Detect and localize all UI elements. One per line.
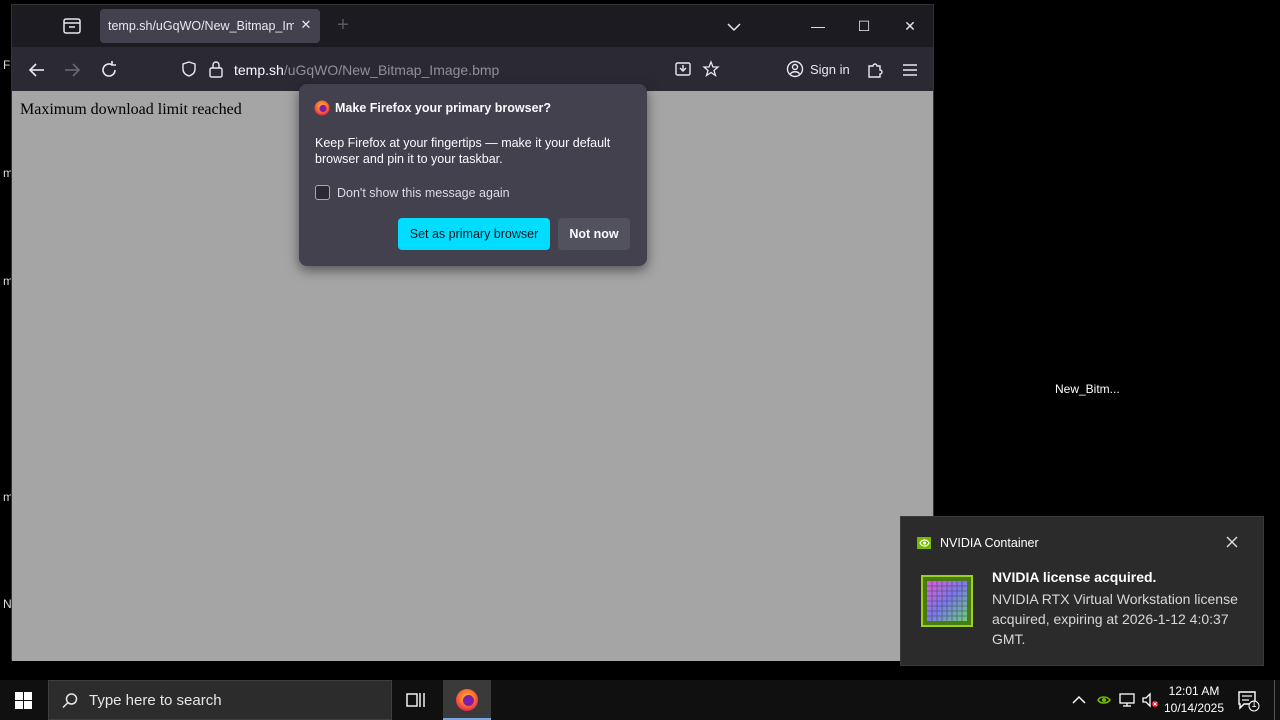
url-host: temp.sh: [234, 62, 284, 78]
desktop-icon-label[interactable]: New_Bitm...: [1055, 382, 1120, 396]
firefox-logo-icon: [314, 100, 330, 116]
window-close-button[interactable]: ✕: [899, 15, 921, 37]
list-all-tabs-button[interactable]: [724, 17, 744, 37]
nvidia-tray-icon[interactable]: [1095, 691, 1113, 709]
url-text[interactable]: temp.sh/uGqWO/New_Bitmap_Image.bmp: [234, 62, 499, 78]
firefox-logo-icon: [456, 689, 478, 711]
dont-show-again-label[interactable]: Don't show this message again: [337, 186, 510, 200]
set-primary-browser-button[interactable]: Set as primary browser: [398, 218, 550, 250]
search-placeholder: Type here to search: [89, 692, 222, 709]
task-view-button[interactable]: [398, 680, 434, 720]
not-now-button[interactable]: Not now: [558, 218, 630, 250]
start-button[interactable]: [0, 680, 48, 720]
sign-in-button[interactable]: Sign in: [780, 54, 854, 84]
puzzle-icon: [868, 63, 883, 78]
forward-button[interactable]: [61, 59, 83, 81]
nvidia-notification[interactable]: NVIDIA Container NVIDIA license acquired…: [900, 516, 1264, 666]
taskbar-search-box[interactable]: Type here to search: [48, 680, 392, 720]
tab-active[interactable]: temp.sh/uGqWO/New_Bitmap_Image.bmp ✕: [100, 9, 320, 43]
reload-button[interactable]: [98, 59, 120, 81]
gpu-chip-icon: [921, 575, 973, 627]
search-icon: [62, 693, 78, 709]
page-message: Maximum download limit reached: [20, 101, 242, 118]
notification-title: NVIDIA license acquired.: [992, 569, 1157, 585]
network-icon[interactable]: [1118, 691, 1136, 709]
desktop-edge-text: F: [3, 58, 11, 72]
arrow-right-icon: [65, 63, 81, 77]
action-center-button[interactable]: 1: [1236, 688, 1260, 712]
chevron-up-icon[interactable]: [1070, 691, 1088, 709]
clock-time[interactable]: 12:01 AM: [1158, 684, 1230, 698]
notification-app-name: NVIDIA Container: [940, 536, 1039, 550]
show-desktop-button[interactable]: [1274, 680, 1280, 720]
firefox-view-button[interactable]: [60, 15, 84, 37]
sign-in-label: Sign in: [810, 62, 850, 77]
new-tab-button[interactable]: +: [332, 15, 354, 37]
dont-show-again-checkbox[interactable]: [315, 185, 330, 200]
default-browser-popup: Make Firefox your primary browser? Keep …: [299, 84, 647, 266]
taskbar-firefox[interactable]: [443, 680, 491, 720]
reload-icon: [102, 61, 116, 77]
volume-muted-icon[interactable]: [1141, 691, 1159, 709]
clock-date[interactable]: 10/14/2025: [1158, 701, 1230, 715]
popup-title: Make Firefox your primary browser?: [335, 101, 552, 115]
firefox-view-icon: [63, 18, 81, 34]
bookmark-star-icon[interactable]: [702, 60, 720, 78]
notification-body: NVIDIA RTX Virtual Workstation license a…: [992, 591, 1238, 647]
url-bar[interactable]: temp.sh/uGqWO/New_Bitmap_Image.bmp: [170, 52, 726, 86]
windows-logo-icon: [15, 692, 32, 709]
tracking-protection-shield-icon[interactable]: [180, 60, 198, 78]
account-icon: [786, 60, 804, 78]
tab-title: temp.sh/uGqWO/New_Bitmap_Image.bmp: [108, 19, 294, 33]
url-path: /uGqWO/New_Bitmap_Image.bmp: [283, 62, 500, 78]
nvidia-logo-icon: [917, 537, 931, 549]
chevron-down-icon: [727, 23, 741, 32]
tab-close-icon[interactable]: ✕: [298, 17, 314, 33]
hamburger-menu-icon: [903, 64, 917, 76]
extensions-button[interactable]: [864, 59, 886, 81]
maximize-button[interactable]: ☐: [853, 15, 875, 37]
taskbar: Type here to search 12:01 AM 10/14/2025: [0, 680, 1280, 720]
tab-bar: temp.sh/uGqWO/New_Bitmap_Image.bmp ✕ + —…: [12, 5, 933, 45]
notification-close-icon[interactable]: [1223, 533, 1241, 551]
popup-body: Keep Firefox at your fingertips — make i…: [315, 136, 611, 166]
lock-icon[interactable]: [208, 60, 224, 78]
back-button[interactable]: [26, 59, 48, 81]
arrow-left-icon: [28, 63, 44, 77]
task-view-icon: [406, 693, 425, 707]
minimize-button[interactable]: —: [807, 15, 829, 37]
save-page-icon[interactable]: [674, 60, 692, 78]
notification-count-badge: 1: [1251, 699, 1257, 709]
app-menu-button[interactable]: [899, 59, 921, 81]
